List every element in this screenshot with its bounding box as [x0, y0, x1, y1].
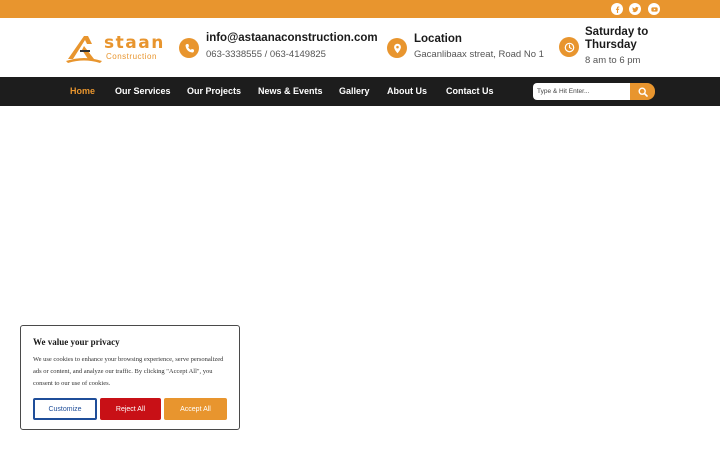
twitter-icon[interactable]	[629, 3, 641, 15]
clock-icon	[559, 37, 579, 57]
youtube-icon[interactable]	[648, 3, 660, 15]
search-icon	[637, 86, 648, 97]
logo-subtitle: Construction	[106, 52, 157, 61]
reject-all-button[interactable]: Reject All	[100, 398, 161, 420]
accept-all-button[interactable]: Accept All	[164, 398, 227, 420]
nav-item-our-services[interactable]: Our Services	[115, 86, 171, 97]
location-pin-icon	[387, 38, 407, 58]
nav-item-our-projects[interactable]: Our Projects	[187, 86, 241, 97]
customize-button[interactable]: Customize	[33, 398, 97, 420]
hours-title-line1: Saturday to	[585, 26, 649, 38]
contact-email[interactable]: info@astaanaconstruction.com	[206, 31, 378, 45]
logo[interactable]: staan Construction	[64, 32, 163, 64]
logo-name: staan	[104, 33, 165, 53]
nav-item-home[interactable]: Home	[70, 86, 95, 97]
main-nav: Home Our Services Our Projects News & Ev…	[0, 77, 720, 106]
nav-item-contact-us[interactable]: Contact Us	[446, 86, 494, 97]
cookie-consent-banner: We value your privacy We use cookies to …	[20, 325, 240, 430]
nav-item-news-events[interactable]: News & Events	[258, 86, 323, 97]
top-bar	[0, 0, 720, 18]
nav-item-about-us[interactable]: About Us	[387, 86, 427, 97]
header: staan Construction info@astaanaconstruct…	[0, 18, 720, 77]
location-address: Gacanlibaax streat, Road No 1	[414, 49, 544, 60]
search-input[interactable]	[533, 83, 630, 100]
phone-icon	[179, 38, 199, 58]
nav-item-gallery[interactable]: Gallery	[339, 86, 370, 97]
contact-phones: 063-3338555 / 063-4149825	[206, 49, 326, 60]
search-button[interactable]	[630, 83, 655, 100]
facebook-icon[interactable]	[611, 3, 623, 15]
logo-mark-icon	[66, 36, 102, 63]
hours-time: 8 am to 6 pm	[585, 55, 641, 66]
cookie-title: We value your privacy	[33, 337, 120, 347]
hours-title-line2: Thursday	[585, 39, 637, 51]
cookie-text: We use cookies to enhance your browsing …	[33, 356, 224, 387]
location-title: Location	[414, 33, 462, 45]
